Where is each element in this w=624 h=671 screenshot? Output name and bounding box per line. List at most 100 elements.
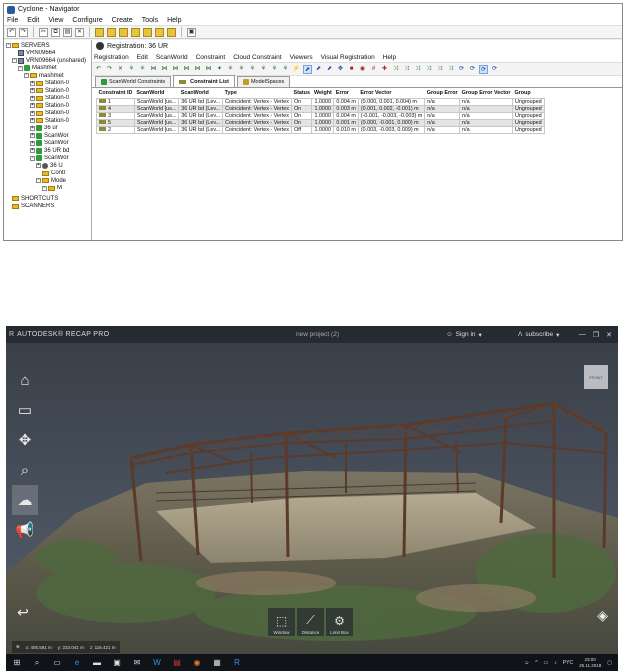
maximize-icon[interactable]: ❐ xyxy=(593,331,599,339)
table-row[interactable]: 5 ScanWorld [us... 36 UR bd (Lev... Coincid… xyxy=(96,118,545,127)
app-icon[interactable]: ▦ xyxy=(212,658,222,667)
unlink-icon[interactable]: ⋈ xyxy=(204,65,213,74)
tree-node[interactable]: + Station-0 xyxy=(6,117,89,125)
menu-tools[interactable]: Tools xyxy=(142,17,158,24)
reg-menu-registration[interactable]: Registration xyxy=(94,54,129,61)
signin-button[interactable]: ☺ Sign in ▾ xyxy=(446,331,482,339)
expand-icon[interactable]: + xyxy=(30,103,35,109)
collapse-icon[interactable]: - xyxy=(6,43,11,49)
minimize-icon[interactable]: — xyxy=(579,331,586,339)
tree-node[interactable]: + Station-0 xyxy=(6,95,89,103)
display-icon[interactable]: ▭ xyxy=(12,395,38,425)
reg-menu-cloud-constraint[interactable]: Cloud Constraint xyxy=(233,54,281,61)
chevron-up-icon[interactable]: ^ xyxy=(535,660,537,666)
open-folder-icon[interactable] xyxy=(107,27,116,37)
point-cloud-viewport[interactable]: ⌂ ▭ ✥ ⌕ ☁ 📢 FRONT ↩ ◈ ⬚ Window ⟋ Distanc… xyxy=(6,343,618,654)
align-2-icon[interactable]: ⤨ xyxy=(402,65,411,74)
project-name[interactable]: new project (2) xyxy=(296,331,339,338)
link-icon[interactable]: ⋈ xyxy=(193,65,202,74)
search-icon[interactable]: ⌕ xyxy=(32,658,42,667)
tab-scanworld-constraints[interactable]: ScanWorld Constraints xyxy=(95,76,172,87)
table-row[interactable]: 4 ScanWorld [us... 36 UR bd (Lev... Coincid… xyxy=(96,104,545,113)
column-header[interactable]: Status xyxy=(291,89,312,98)
clock[interactable]: 23:00 25.11.2018 xyxy=(579,657,601,669)
tree-node[interactable]: - ScanWor xyxy=(6,155,89,163)
collapse-icon[interactable]: - xyxy=(24,73,29,79)
back-icon[interactable]: ↩ xyxy=(12,604,34,624)
reg-menu-edit[interactable]: Edit xyxy=(137,54,148,61)
registration-icon[interactable] xyxy=(143,27,152,37)
undo-icon[interactable]: ↶ xyxy=(7,27,16,37)
pointer-icon[interactable]: ⬈ xyxy=(303,64,312,74)
tree-node[interactable]: + Station-0 xyxy=(6,80,89,88)
align-icon[interactable]: ⤨ xyxy=(391,65,400,74)
people-icon[interactable]: ☺ xyxy=(524,660,529,666)
menu-help[interactable]: Help xyxy=(167,17,181,24)
search-icon[interactable]: ⌕ xyxy=(12,455,38,485)
move-icon[interactable]: ✥ xyxy=(336,65,345,74)
edge-icon[interactable]: e xyxy=(72,658,82,667)
task-view-icon[interactable]: ▭ xyxy=(52,658,62,667)
table-row[interactable]: 1 ScanWorld [us... 36 UR bd (Lev... Coincid… xyxy=(96,97,545,106)
tree-node-scanners[interactable]: SCANNERS xyxy=(6,203,89,211)
collapse-icon[interactable]: - xyxy=(42,185,47,191)
home-icon[interactable]: ⌂ xyxy=(12,365,38,395)
tab-constraint-list[interactable]: Constraint List xyxy=(173,75,235,87)
constraint-auto-icon[interactable]: ⋈ xyxy=(171,65,180,74)
recap-taskbar-icon[interactable]: R xyxy=(232,658,242,667)
pdf-icon[interactable]: ▤ xyxy=(172,658,182,667)
column-header[interactable]: Error xyxy=(333,89,359,98)
redo-icon[interactable]: ↷ xyxy=(19,27,28,37)
cloud-icon[interactable]: ☁ xyxy=(12,485,38,515)
table-row[interactable]: 3 ScanWorld [us... 36 UR bd (Lev... Coincid… xyxy=(96,111,545,120)
navigate-icon[interactable]: ✥ xyxy=(12,425,38,455)
expand-icon[interactable]: + xyxy=(30,88,35,94)
expand-icon[interactable]: + xyxy=(30,140,35,146)
tree-node-shortcuts[interactable]: SHORTCUTS xyxy=(6,195,89,203)
scanworld-view-icon[interactable]: ⚘ xyxy=(237,65,246,74)
distance-tool-button[interactable]: ⟋ Distance xyxy=(297,608,324,636)
column-header[interactable]: Group Error Vector xyxy=(459,89,513,98)
viewcube[interactable]: FRONT xyxy=(584,365,608,389)
scanworld-list-icon[interactable]: ⚘ xyxy=(226,65,235,74)
word-icon[interactable]: W xyxy=(152,658,162,667)
language-indicator[interactable]: PYC xyxy=(563,660,573,666)
menu-create[interactable]: Create xyxy=(112,17,133,24)
file-explorer-icon[interactable]: ▬ xyxy=(92,658,102,667)
column-header[interactable]: Weight xyxy=(311,89,334,98)
undo-icon[interactable]: ↶ xyxy=(94,65,103,74)
table-row[interactable]: 2 ScanWorld [us... 36 UR bd (Lev... Coincid… xyxy=(96,125,545,134)
tree-node[interactable]: Contr xyxy=(6,170,89,178)
scanworld-icon[interactable] xyxy=(131,27,140,37)
menu-view[interactable]: View xyxy=(48,17,63,24)
window-tool-button[interactable]: ⬚ Window xyxy=(268,608,295,636)
tree-node[interactable]: + Station-0 xyxy=(6,110,89,118)
reg-menu-help[interactable]: Help xyxy=(383,54,396,61)
new-folder-icon[interactable] xyxy=(119,27,128,37)
cut-icon[interactable]: ✂ xyxy=(39,27,48,37)
scanworld-unfreeze-icon[interactable]: ⚘ xyxy=(270,65,279,74)
tree-node[interactable]: + ScanWor xyxy=(6,132,89,140)
expand-icon[interactable]: + xyxy=(30,118,35,124)
menu-configure[interactable]: Configure xyxy=(72,17,102,24)
collapse-icon[interactable]: - xyxy=(30,155,35,161)
tree-node[interactable]: +36 UR bd xyxy=(6,147,89,155)
menu-edit[interactable]: Edit xyxy=(27,17,39,24)
menu-file[interactable]: File xyxy=(7,17,18,24)
subscribe-button[interactable]: Λ subscribe ▾ xyxy=(518,331,559,339)
column-header[interactable]: Group xyxy=(512,89,545,98)
notifications-icon[interactable]: ▢ xyxy=(607,660,612,666)
navigator-tree[interactable]: - SERVERS VRN09664- VRN09664 (unshared) - Mas… xyxy=(4,40,92,240)
tree-node[interactable]: - Mashmet xyxy=(6,65,89,73)
tree-node[interactable]: -M xyxy=(6,185,89,193)
number-icon[interactable]: # xyxy=(369,65,378,74)
windows-start-icon[interactable]: ⊞ xyxy=(12,658,22,667)
tree-node[interactable]: + Station-0 xyxy=(6,102,89,110)
tree-node[interactable]: - SERVERS xyxy=(6,42,89,50)
tree-node[interactable]: VRN09664 xyxy=(6,50,89,58)
expand-icon[interactable]: + xyxy=(36,163,41,169)
column-header[interactable]: Group Error xyxy=(424,89,460,98)
close-icon[interactable]: ✕ xyxy=(606,331,612,339)
constraint-icon[interactable]: ⋈ xyxy=(149,65,158,74)
properties-icon[interactable]: ▣ xyxy=(187,27,196,37)
